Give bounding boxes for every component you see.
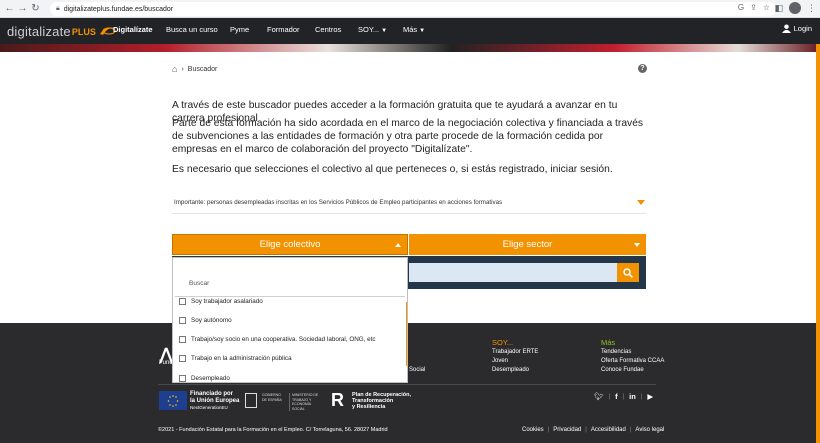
tab-elige-colectivo[interactable]: Elige colectivo: [172, 234, 408, 255]
chevron-down-icon[interactable]: [637, 200, 645, 205]
address-bar[interactable]: 🔒︎ digitalizateplus.fundae.es/buscador G…: [50, 2, 776, 16]
nav-item-soy[interactable]: SOY... ▼: [358, 25, 387, 34]
google-icon[interactable]: G: [738, 3, 744, 12]
breadcrumb: ⌂ › Buscador: [172, 64, 217, 74]
back-icon[interactable]: ←: [3, 1, 16, 17]
help-icon[interactable]: ?: [638, 64, 647, 73]
dropdown-scrollbar[interactable]: [406, 302, 407, 366]
checkbox[interactable]: [179, 297, 186, 305]
chevron-down-icon: ▼: [419, 28, 426, 34]
profile-avatar[interactable]: M: [789, 2, 801, 14]
checkbox[interactable]: [179, 354, 186, 362]
menu-kebab-icon[interactable]: ⋮: [807, 3, 816, 14]
chevron-down-icon: ▼: [381, 28, 388, 34]
nav-item-digitalizate[interactable]: Digitalízate: [113, 25, 153, 34]
footer-mas-heading: Más: [601, 338, 616, 347]
checkbox[interactable]: [179, 316, 186, 324]
home-icon[interactable]: ⌂: [172, 64, 177, 74]
footer-link-privacidad[interactable]: Privacidad: [553, 427, 581, 433]
footer-link-joven[interactable]: Joven: [492, 358, 508, 364]
search-icon: [623, 267, 633, 278]
footer-soy-heading: SOY...: [492, 338, 514, 347]
course-search-input[interactable]: [409, 263, 617, 282]
eu-funding-text: Financiado por la Unión Europea: [190, 391, 240, 404]
intro-paragraph-3: Es necesario que selecciones el colectiv…: [172, 164, 613, 175]
checkbox[interactable]: [179, 374, 186, 382]
reload-icon[interactable]: ↻: [29, 1, 42, 17]
search-button[interactable]: [617, 263, 639, 282]
nextgeneu-text: NextGenerationEU: [190, 405, 228, 410]
lock-icon: 🔒︎: [56, 5, 60, 12]
nav-item-mas[interactable]: Más ▼: [403, 25, 425, 34]
breadcrumb-current: Buscador: [187, 65, 218, 73]
footer-link-aviso-legal[interactable]: Aviso legal: [635, 427, 664, 433]
hero-banner-strip: [0, 44, 820, 52]
dropdown-search-input[interactable]: Buscar: [175, 260, 405, 297]
footer-link-tendencias[interactable]: Tendencias: [601, 349, 631, 355]
social-links: 🐦︎ | f | in | ▶: [594, 392, 654, 401]
dropdown-option[interactable]: Trabajo/soy socio en una cooperativa. So…: [179, 333, 376, 345]
footer-logo-text: Fund: [159, 360, 173, 366]
youtube-icon[interactable]: ▶: [647, 392, 653, 401]
bookmark-star-icon[interactable]: ☆: [763, 3, 770, 12]
chevron-up-icon: [395, 243, 401, 247]
share-icon[interactable]: ⇪: [750, 3, 757, 12]
colectivo-dropdown: Buscar Soy trabajador asalariado Soy aut…: [172, 257, 408, 383]
site-navbar: digitalizate PLUS Digitalízate Busca un …: [0, 18, 820, 44]
footer-link-cookies[interactable]: Cookies: [522, 427, 544, 433]
site-footer: [0, 323, 816, 443]
importante-accordion-label[interactable]: Importante: personas desempleadas inscri…: [174, 199, 502, 206]
tab-elige-sector[interactable]: Elige sector: [409, 234, 646, 255]
facebook-icon[interactable]: f: [615, 392, 618, 401]
nav-item-pyme[interactable]: Pyme: [230, 25, 249, 34]
sidebar-icon[interactable]: ◧: [774, 3, 783, 14]
legal-links: Cookies | Privacidad | Accesibilidad | A…: [522, 427, 665, 433]
footer-divider: [158, 384, 656, 385]
divider: [172, 213, 646, 214]
login-link[interactable]: Login: [781, 24, 812, 33]
dropdown-option[interactable]: Desempleado: [179, 372, 230, 382]
linkedin-icon[interactable]: in: [629, 392, 636, 401]
forward-icon[interactable]: →: [16, 1, 29, 17]
user-icon: [781, 24, 791, 33]
nav-item-formador[interactable]: Formador: [267, 25, 300, 34]
ministerio-text: MINISTERIO DE TRABAJO Y ECONOMÍA SOCIAL: [289, 393, 321, 411]
twitter-icon[interactable]: 🐦︎: [594, 392, 604, 401]
site-logo[interactable]: digitalizate PLUS: [7, 22, 117, 40]
gobierno-text: GOBIERNO DE ESPAÑA: [262, 393, 282, 402]
footer-link-oferta-ccaa[interactable]: Oferta Formativa CCAA: [601, 358, 664, 364]
eu-flag-icon: [159, 391, 187, 410]
browser-toolbar: ← → ↻ 🔒︎ digitalizateplus.fundae.es/busc…: [0, 0, 820, 18]
footer-link-conoce-fundae[interactable]: Conoce Fundae: [601, 367, 644, 373]
intro-paragraph-2: Parte de esta formación ha sido acordada…: [172, 118, 644, 156]
dropdown-option[interactable]: Soy autónomo: [179, 314, 232, 326]
nav-item-busca-curso[interactable]: Busca un curso: [166, 25, 218, 34]
dropdown-option[interactable]: Soy trabajador asalariado: [179, 295, 263, 307]
prtr-text: Plan de Recuperación, Transformación y R…: [352, 392, 411, 410]
url-text: digitalizateplus.fundae.es/buscador: [63, 5, 174, 13]
page-scrollbar[interactable]: [816, 44, 820, 443]
footer-link-accesibilidad[interactable]: Accesibilidad: [591, 427, 626, 433]
chevron-down-icon: [634, 243, 640, 247]
dropdown-option[interactable]: Trabajo en la administración pública: [179, 352, 292, 364]
spain-coat-of-arms-icon: [245, 393, 257, 408]
breadcrumb-chevron-icon: ›: [181, 65, 184, 73]
footer-link-trabajador-erte[interactable]: Trabajador ERTE: [492, 349, 538, 355]
checkbox[interactable]: [179, 335, 186, 343]
prtr-logo-icon: R: [331, 390, 344, 410]
footer-social-link[interactable]: Social: [409, 367, 425, 373]
copyright-text: ©2021 - Fundación Estatal para la Formac…: [158, 427, 388, 433]
nav-item-centros[interactable]: Centros: [315, 25, 341, 34]
footer-link-desempleado[interactable]: Desempleado: [492, 367, 529, 373]
